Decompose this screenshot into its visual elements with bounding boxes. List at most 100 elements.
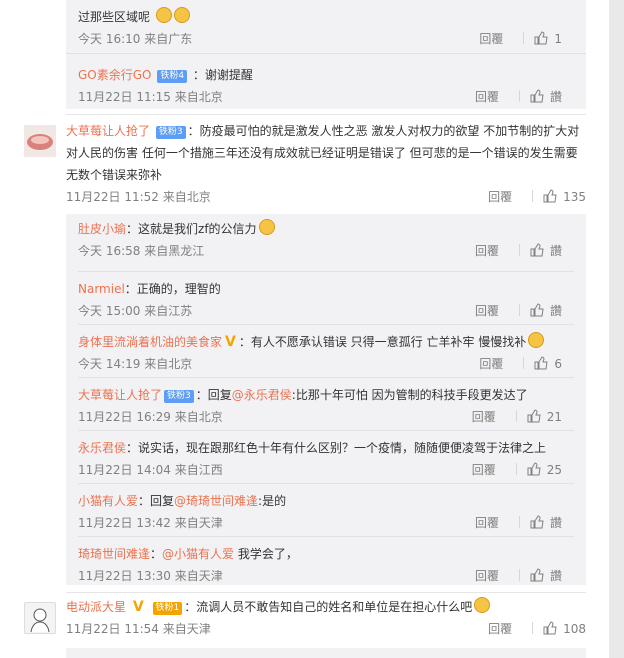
like-button[interactable]: 1 — [534, 31, 562, 46]
reply-text: ：谢谢提醒 — [192, 68, 253, 82]
reply-text: 我学会了， — [234, 547, 298, 561]
like-button[interactable]: 6 — [534, 356, 562, 371]
thumbs-up-icon — [530, 303, 544, 317]
thumbs-up-icon — [530, 243, 544, 257]
like-count: 6 — [554, 357, 562, 371]
timestamp: 今天 16:10 来自广东 — [78, 32, 193, 46]
reply-button[interactable]: 回覆 — [472, 408, 506, 426]
thumbs-up-icon — [534, 31, 548, 45]
like-button[interactable]: 讚 — [530, 568, 562, 583]
timestamp: 11月22日 16:29 来自北京 — [78, 410, 223, 424]
thumbs-up-icon — [543, 621, 557, 635]
reply-meta: 今天 16:10 来自广东 回覆 1 — [78, 30, 574, 48]
cat-emoji-icon — [258, 219, 275, 235]
reply-button[interactable]: 回覆 — [488, 620, 522, 638]
avatar[interactable] — [24, 602, 56, 634]
smile-emoji-icon — [474, 597, 491, 613]
comment-text: ：流调人员不敢告知自己的姓名和单位是在担心什么吧 — [184, 600, 473, 614]
username-link[interactable]: 身体里流淌着机油的美食家 — [78, 335, 222, 349]
username-link[interactable]: 小猫有人爱 — [78, 494, 138, 508]
reply-actions: 回覆 1 — [479, 30, 562, 48]
scrollbar[interactable] — [609, 0, 624, 658]
reply-text: ：正确的，理智的 — [124, 282, 221, 296]
reply-item: 身体里流淌着机油的美食家 V ：有人不愿承认错误 只得一意孤行 亡羊补牢 慢慢找补 … — [78, 325, 574, 378]
comment: 大草莓让人抢了 铁粉3 ：防疫最可怕的就是激发人性之恶 激发人对权力的欲望 不加节… — [66, 120, 586, 206]
reply-text: 过那些区域呢 — [78, 10, 151, 24]
timestamp: 今天 15:00 来自江苏 — [78, 304, 193, 318]
mention-link[interactable]: @永乐君侯 — [232, 388, 292, 402]
like-button[interactable]: 25 — [527, 462, 562, 477]
avatar-image — [24, 125, 56, 157]
mention-link[interactable]: @小猫有人爱 — [162, 547, 234, 561]
username-link[interactable]: 电动派大星 — [66, 600, 126, 614]
fan-badge: 铁粉1 — [152, 602, 183, 615]
thumbs-up-icon — [534, 356, 548, 370]
username-link[interactable]: 肚皮小瑜 — [78, 222, 126, 236]
verified-icon: V — [132, 599, 144, 615]
reply-list-top — [66, 648, 586, 658]
reply-button[interactable]: 回覆 — [479, 30, 513, 48]
like-button[interactable]: 21 — [527, 409, 562, 424]
like-count: 25 — [546, 463, 562, 477]
reply-button[interactable]: 回覆 — [475, 514, 509, 532]
like-count: 108 — [563, 622, 586, 636]
avatar[interactable] — [24, 125, 56, 157]
avatar-image — [30, 608, 50, 633]
reply-button[interactable]: 回覆 — [475, 302, 509, 320]
timestamp: 今天 16:58 来自黑龙江 — [78, 244, 205, 258]
reply-item: 琦琦世间难逢：@小猫有人爱 我学会了， 11月22日 13:30 来自天津 回覆 讚 — [78, 537, 574, 590]
like-count: 讚 — [549, 304, 562, 318]
sub-reply: GO素余行GO 铁粉4 ：谢谢提醒 11月22日 11:15 来自北京 回覆 讚 — [66, 53, 586, 109]
timestamp: 11月22日 13:42 来自天津 — [78, 516, 223, 530]
like-button[interactable]: 讚 — [530, 89, 562, 104]
like-button[interactable]: 讚 — [530, 243, 562, 258]
reply-text: ： — [150, 547, 163, 561]
timestamp: 11月22日 13:30 来自天津 — [78, 569, 223, 583]
reply-text: :是的 — [258, 494, 287, 508]
reply-text: :比那十年可怕 因为管制的科技手段更发达了 — [291, 388, 528, 402]
like-button[interactable]: 108 — [543, 621, 586, 636]
reply-button[interactable]: 回覆 — [475, 242, 509, 260]
sub-reply: 过那些区域呢 今天 16:10 来自广东 回覆 1 — [66, 0, 586, 53]
thumbs-up-icon — [527, 462, 541, 476]
username-link[interactable]: 大草莓让人抢了 — [66, 124, 150, 138]
reply-text: ：说实话，现在跟那红色十年有什么区别？一个疫情，随随便便凌驾于法律之上 — [126, 441, 547, 455]
timestamp: 11月22日 11:15 来自北京 — [78, 90, 223, 104]
username-link[interactable]: Narmiel — [78, 282, 125, 296]
like-count: 讚 — [549, 516, 562, 530]
reply-button[interactable]: 回覆 — [488, 188, 522, 206]
username-link[interactable]: 永乐君侯 — [78, 441, 126, 455]
grin-emoji-icon — [173, 7, 190, 23]
mention-link[interactable]: @琦琦世间难逢 — [174, 494, 258, 508]
like-button[interactable]: 135 — [543, 189, 586, 204]
timestamp: 11月22日 14:04 来自江西 — [78, 463, 223, 477]
username-link[interactable]: GO素余行GO — [78, 68, 152, 82]
reply-item: 小猫有人爱：回复@琦琦世间难逢:是的 11月22日 13:42 来自天津 回覆 讚 — [78, 484, 574, 537]
reply-button[interactable]: 回覆 — [475, 88, 509, 106]
username-link[interactable]: 琦琦世间难逢 — [78, 547, 150, 561]
grin-emoji-icon — [155, 7, 172, 23]
reply-list: 肚皮小瑜：这就是我们zf的公信力 今天 16:58 来自黑龙江 回覆讚 Narmi… — [66, 214, 586, 585]
reply-item: 永乐君侯：说实话，现在跟那红色十年有什么区别？一个疫情，随随便便凌驾于法律之上 … — [78, 431, 574, 484]
fan-badge: 铁粉3 — [164, 390, 194, 403]
reply-button[interactable]: 回覆 — [472, 461, 506, 479]
reply-item: Narmiel：正确的，理智的 今天 15:00 来自江苏 回覆 讚 — [78, 272, 574, 325]
reply-button[interactable]: 回覆 — [475, 567, 509, 585]
username-link[interactable]: 大草莓让人抢了 — [78, 388, 162, 402]
verified-icon: V — [225, 334, 236, 350]
timestamp: 今天 14:19 来自北京 — [78, 357, 193, 371]
cat-emoji-icon — [528, 332, 545, 348]
fan-badge: 铁粉3 — [155, 126, 186, 139]
reply-item: 大草莓让人抢了 铁粉3 ：回复@永乐君侯:比那十年可怕 因为管制的科技手段更发达了 … — [78, 378, 574, 431]
thumbs-up-icon — [530, 568, 544, 582]
timestamp: 11月22日 11:52 来自北京 — [66, 190, 211, 204]
reply-button[interactable]: 回覆 — [479, 355, 513, 373]
timestamp: 11月22日 11:54 来自天津 — [66, 622, 211, 636]
thumbs-up-icon — [543, 189, 557, 203]
reply-item: 肚皮小瑜：这就是我们zf的公信力 今天 16:58 来自黑龙江 回覆 讚 — [78, 218, 574, 272]
like-button[interactable]: 讚 — [530, 303, 562, 318]
thumbs-up-icon — [530, 89, 544, 103]
like-button[interactable]: 讚 — [530, 515, 562, 530]
reply-text: ：有人不愿承认错误 只得一意孤行 亡羊补牢 慢慢找补 — [238, 335, 527, 349]
like-count: 讚 — [549, 569, 562, 583]
